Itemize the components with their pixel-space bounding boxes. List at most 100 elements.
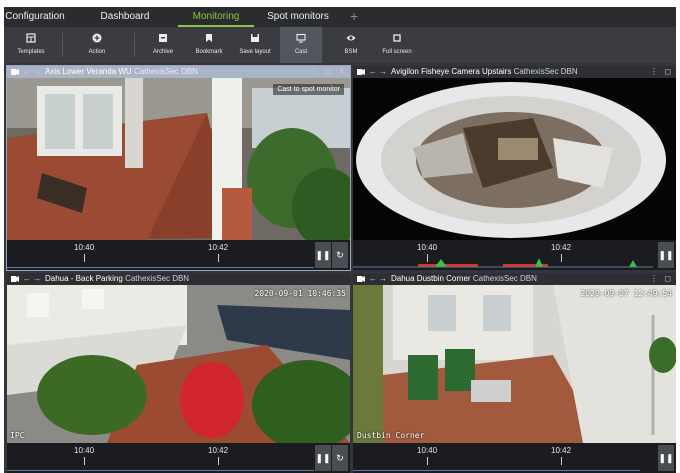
archive-label: Archive: [152, 49, 173, 55]
timeline-tick: [218, 457, 219, 465]
timeline-time-label: 10:42: [551, 446, 572, 455]
video-timestamp: 2020-09-07 12:49:54: [580, 289, 672, 298]
tab-spot-monitors[interactable]: Spot monitors: [262, 7, 334, 27]
camera-name: Avigilon Fisheye Camera Upstairs: [391, 67, 512, 76]
camera-icon: [11, 276, 19, 282]
close-icon[interactable]: ✕: [338, 66, 345, 78]
parking-video-image: [7, 285, 350, 443]
timeline-time-label: 10:42: [551, 243, 572, 252]
camera-name: Dahua - Back Parking: [45, 274, 123, 283]
dustbin-video-image: [353, 285, 676, 443]
bsm-button[interactable]: BSM: [326, 27, 376, 63]
archive-icon: [159, 34, 167, 42]
refresh-button[interactable]: ↻: [332, 445, 348, 471]
timeline-time-label: 10:40: [417, 446, 438, 455]
timeline-tick: [218, 254, 219, 262]
camera-pane-dahua-back-parking[interactable]: ← → Dahua - Back Parking CathexisSec DBN…: [7, 273, 350, 473]
timeline-track: [353, 470, 640, 471]
timeline-time-label: 10:40: [74, 446, 95, 455]
video-feed[interactable]: Cast to spot monitor: [7, 78, 350, 240]
more-options-icon[interactable]: ⋮: [650, 66, 658, 78]
camera-pane-axis-lower-veranda[interactable]: ← → Axis Lower Veranda WU CathexisSec DB…: [6, 65, 351, 271]
fisheye-video-image: [353, 78, 676, 240]
camera-pane-dahua-dustbin-corner[interactable]: ← → Dahua Dustbin Corner CathexisSec DBN…: [353, 273, 676, 473]
camera-pane-avigilon-fisheye[interactable]: ← → Avigilon Fisheye Camera Upstairs Cat…: [353, 66, 676, 270]
toolbar: Templates Action Archive Bookmark Save l…: [4, 27, 676, 63]
video-timestamp: 2020-09-01 10:46:35: [254, 289, 346, 298]
full-screen-label: Full screen: [382, 49, 412, 55]
pane-title: Avigilon Fisheye Camera Upstairs Cathexi…: [391, 66, 578, 78]
camera-name: Axis Lower Veranda WU: [45, 67, 132, 76]
site-name: CathexisSec DBN: [125, 274, 190, 283]
back-arrow-icon[interactable]: ←: [369, 273, 377, 285]
timeline[interactable]: 10:40 10:42 ❚❚ ↻: [7, 443, 350, 473]
tab-monitoring[interactable]: Monitoring: [178, 7, 254, 27]
save-layout-button[interactable]: Save layout: [230, 27, 280, 63]
timeline-track: [7, 470, 314, 471]
action-label: Action: [88, 49, 106, 55]
camera-icon: [357, 276, 365, 282]
app-window: Configuration Dashboard Monitoring Spot …: [4, 7, 676, 473]
forward-arrow-icon[interactable]: →: [33, 66, 41, 78]
pane-header: ← → Dahua Dustbin Corner CathexisSec DBN…: [353, 273, 676, 285]
bsm-label: BSM: [344, 49, 358, 55]
video-feed[interactable]: 2020-09-07 12:49:54 Dustbin Corner: [353, 285, 676, 443]
maximize-icon[interactable]: ◻: [664, 66, 671, 78]
pane-header: ← → Avigilon Fisheye Camera Upstairs Cat…: [353, 66, 676, 78]
timeline-time-label: 10:42: [208, 243, 229, 252]
timeline[interactable]: 10:40 10:42 ❚❚: [353, 240, 676, 270]
pane-title: Dahua Dustbin Corner CathexisSec DBN: [391, 273, 537, 285]
templates-icon: [26, 33, 36, 43]
timeline[interactable]: 10:40 10:42 ❚❚ ↻: [7, 240, 350, 270]
timeline[interactable]: 10:40 10:42 ❚❚: [353, 443, 676, 473]
veranda-video-image: [7, 78, 350, 240]
timeline-time-label: 10:40: [74, 243, 95, 252]
more-options-icon[interactable]: ⋮: [310, 66, 318, 78]
forward-arrow-icon[interactable]: →: [379, 66, 387, 78]
back-arrow-icon[interactable]: ←: [23, 66, 31, 78]
bookmark-button[interactable]: Bookmark: [184, 27, 234, 63]
archive-button[interactable]: Archive: [138, 27, 188, 63]
camera-icon: [357, 69, 365, 75]
templates-button[interactable]: Templates: [6, 27, 56, 63]
timeline-track: [7, 267, 314, 268]
eye-icon: [346, 35, 356, 41]
tab-configuration[interactable]: Configuration: [4, 7, 66, 27]
full-screen-button[interactable]: Full screen: [372, 27, 422, 63]
toolbar-divider: [134, 33, 135, 57]
back-arrow-icon[interactable]: ←: [369, 66, 377, 78]
maximize-icon[interactable]: ◻: [664, 273, 671, 285]
cast-label: Cast: [294, 49, 308, 55]
pause-button[interactable]: ❚❚: [658, 445, 674, 471]
bookmark-label: Bookmark: [195, 49, 223, 55]
forward-arrow-icon[interactable]: →: [33, 273, 41, 285]
timeline-tick: [561, 457, 562, 465]
full-screen-icon: [393, 34, 401, 42]
maximize-icon[interactable]: ◻: [324, 66, 331, 78]
pause-button[interactable]: ❚❚: [315, 242, 331, 268]
save-layout-label: Save layout: [239, 49, 271, 55]
action-icon: [92, 33, 102, 43]
action-button[interactable]: Action: [72, 27, 122, 63]
add-tab-button[interactable]: +: [350, 7, 358, 27]
site-name: CathexisSec DBN: [472, 274, 537, 283]
timeline-tick: [84, 457, 85, 465]
camera-brand-label: IPC: [10, 431, 25, 440]
back-arrow-icon[interactable]: ←: [23, 273, 31, 285]
forward-arrow-icon[interactable]: →: [379, 273, 387, 285]
cast-button[interactable]: Cast: [280, 27, 322, 63]
video-feed[interactable]: [353, 78, 676, 240]
more-options-icon[interactable]: ⋮: [650, 273, 658, 285]
bookmark-icon: [206, 34, 212, 42]
timeline-time-label: 10:42: [208, 446, 229, 455]
camera-name: Dahua Dustbin Corner: [391, 274, 471, 283]
tab-dashboard[interactable]: Dashboard: [92, 7, 158, 27]
event-markers: [353, 258, 653, 268]
site-name: CathexisSec DBN: [513, 67, 578, 76]
pause-button[interactable]: ❚❚: [315, 445, 331, 471]
refresh-button[interactable]: ↻: [332, 242, 348, 268]
pane-header: ← → Axis Lower Veranda WU CathexisSec DB…: [7, 66, 350, 78]
pause-button[interactable]: ❚❚: [658, 242, 674, 268]
video-feed[interactable]: 2020-09-01 10:46:35 IPC: [7, 285, 350, 443]
templates-label: Templates: [17, 49, 45, 55]
